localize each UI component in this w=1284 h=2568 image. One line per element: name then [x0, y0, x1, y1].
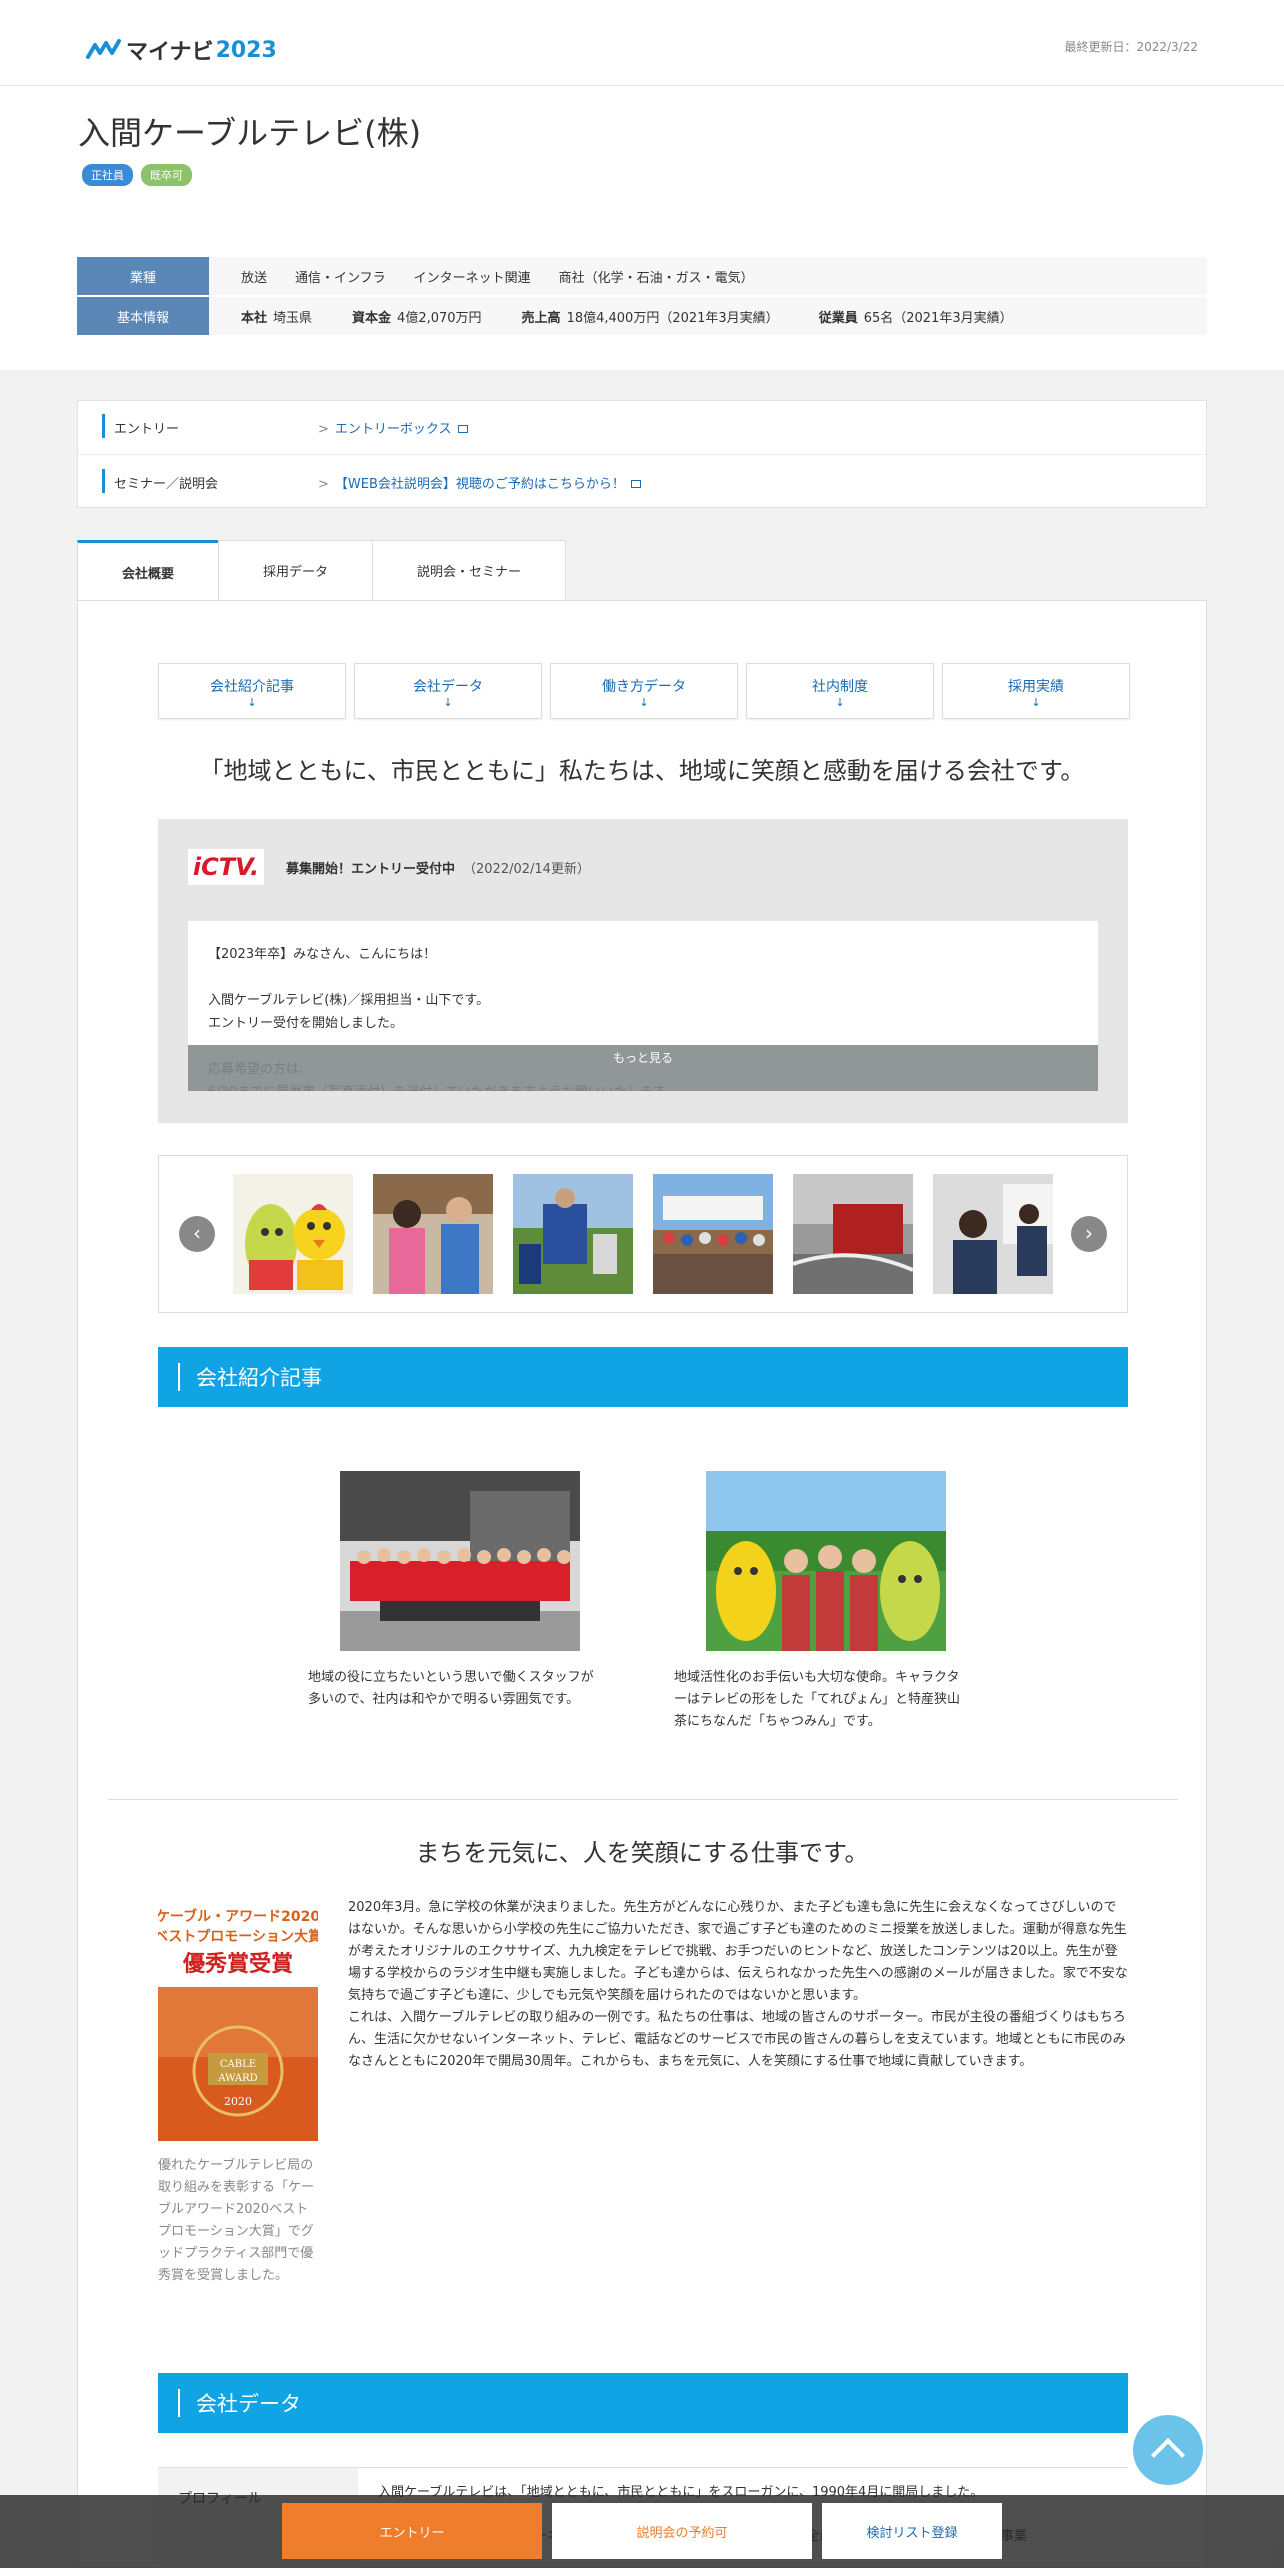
svg-text:2020: 2020 [224, 2095, 252, 2108]
news-date: （2022/02/14更新） [463, 861, 590, 877]
award-block: ケーブル・アワード2020 ベストプロモーション大賞 優秀賞受賞 CABLE A… [154, 1901, 322, 2287]
content-tabs: 会社概要 採用データ 説明会・セミナー [77, 540, 567, 602]
basic-info-item: 本社 埼玉県 [241, 310, 313, 326]
company-name: 入間ケーブルテレビ(株) [78, 114, 422, 152]
last-updated: 最終更新日：2022/3/22 [1064, 40, 1198, 54]
article-card: 地域活性化のお手伝いも大切な使命。キャラクターはテレビの形をした「てれぴょん」と… [674, 1471, 960, 1733]
external-link-icon [630, 479, 641, 488]
seminar-row: セミナー／説明会 > 【WEB会社説明会】視聴のご予約はこちらから！ [78, 455, 1206, 509]
industry-item: 放送 [241, 270, 268, 286]
svg-text:ケーブル・アワード2020: ケーブル・アワード2020 [158, 1908, 318, 1925]
basic-info-item: 資本金 4億2,070万円 [352, 310, 482, 326]
basic-info-label: 基本情報 [77, 297, 209, 335]
industry-item: 通信・インフラ [295, 270, 386, 286]
seminar-reservation-button[interactable]: 説明会の予約可 [552, 2503, 812, 2559]
industry-item: 商社（化学・石油・ガス・電気） [558, 270, 754, 286]
news-box: iCTV. 募集開始！エントリー受付中 （2022/02/14更新） 【2023… [158, 819, 1128, 1123]
catchphrase: 「地域とともに、市民とともに」私たちは、地域に笑顔と感動を届ける会社です。 [199, 757, 1085, 785]
entry-links-box: エントリー > エントリーボックス セミナー／説明会 > 【WEB会社説明会】視聴の… [77, 400, 1207, 508]
company-info-table: 業種 放送 通信・インフラ インターネット関連 商社（化学・石油・ガス・電気） … [77, 257, 1207, 337]
svg-text:ベストプロモーション大賞: ベストプロモーション大賞 [158, 1928, 318, 1945]
down-arrow-icon: ↓ [443, 696, 453, 709]
show-more-button[interactable]: もっと見る [188, 1045, 1098, 1091]
award-caption: 優れたケーブルテレビ局の取り組みを表彰する「ケーブルアワード2020ベストプロモ… [158, 2158, 315, 2283]
company-header: マイナビ 2023 最終更新日：2022/3/22 入間ケーブルテレビ(株) 正… [0, 0, 1284, 370]
cable-award-image: ケーブル・アワード2020 ベストプロモーション大賞 優秀賞受賞 CABLE A… [154, 1901, 322, 2141]
site-header: マイナビ 2023 最終更新日：2022/3/22 [0, 0, 1284, 86]
gallery-prev-button[interactable]: ‹ [179, 1216, 215, 1252]
tab-company-overview[interactable]: 会社概要 [77, 540, 220, 602]
section-heading-company-data: 会社データ [158, 2373, 1128, 2433]
web-seminar-link[interactable]: > 【WEB会社説明会】視聴のご予約はこちらから！ [318, 473, 641, 492]
article-photo-staff [340, 1471, 580, 1651]
anchor-company-articles[interactable]: 会社紹介記事 ↓ [158, 663, 346, 719]
work-catchphrase: まちを元気に、人を笑顔にする仕事です。 [415, 1839, 869, 1867]
anchor-hiring-record[interactable]: 採用実績 ↓ [942, 663, 1130, 719]
svg-text:CABLE: CABLE [220, 2059, 256, 2070]
gallery-next-button[interactable]: › [1071, 1216, 1107, 1252]
employment-badges: 正社員 既卒可 [82, 164, 192, 186]
ictv-logo: iCTV. [188, 849, 264, 885]
anchor-internal-systems[interactable]: 社内制度 ↓ [746, 663, 934, 719]
tab-panel-overview: 会社紹介記事 ↓ 会社データ ↓ 働き方データ ↓ 社内制度 ↓ 採用実績 ↓ 「地域とと… [77, 600, 1207, 2568]
bottom-action-bar: エントリー 説明会の予約可 検討リスト登録 [0, 2495, 1284, 2568]
add-to-list-button[interactable]: 検討リスト登録 [822, 2503, 1002, 2559]
entry-box-link[interactable]: > エントリーボックス [318, 418, 468, 437]
gallery-photo[interactable] [513, 1174, 633, 1294]
industry-item: インターネット関連 [413, 270, 531, 286]
seminar-label: セミナー／説明会 [78, 468, 318, 493]
work-story-text: 2020年3月。急に学校の休業が決まりました。先生方がどんなに心残りか、また子ど… [348, 1900, 1128, 2069]
section-divider [108, 1799, 1178, 1800]
chevron-right-icon: > [318, 476, 329, 492]
external-link-icon [457, 425, 468, 433]
anchor-nav: 会社紹介記事 ↓ 会社データ ↓ 働き方データ ↓ 社内制度 ↓ 採用実績 ↓ [158, 663, 1130, 719]
gallery-photo[interactable] [793, 1174, 913, 1294]
anchor-company-data[interactable]: 会社データ ↓ [354, 663, 542, 719]
industry-row: 業種 放送 通信・インフラ インターネット関連 商社（化学・石油・ガス・電気） [77, 257, 1207, 295]
tab-recruitment-data[interactable]: 採用データ [218, 540, 374, 600]
anchor-work-style-data[interactable]: 働き方データ ↓ [550, 663, 738, 719]
basic-info-item: 従業員 65名（2021年3月実績） [818, 310, 1013, 326]
company-articles: 地域の役に立ちたいという思いで働くスタッフが多いので、社内は和やかで明るい雰囲気… [308, 1471, 960, 1733]
logo-year: 2023 [215, 37, 277, 63]
svg-text:AWARD: AWARD [217, 2073, 257, 2084]
gallery-photo[interactable] [373, 1174, 493, 1294]
article-caption: 地域活性化のお手伝いも大切な使命。キャラクターはテレビの形をした「てれぴょん」と… [674, 1670, 961, 1729]
industry-values: 放送 通信・インフラ インターネット関連 商社（化学・石油・ガス・電気） [209, 267, 754, 286]
gallery-photo[interactable] [233, 1174, 353, 1294]
news-title: 募集開始！エントリー受付中 [286, 861, 456, 877]
down-arrow-icon: ↓ [247, 696, 257, 709]
photo-gallery: ‹ › [158, 1155, 1128, 1313]
entry-label: エントリー [78, 414, 318, 438]
entry-row: エントリー > エントリーボックス [78, 401, 1206, 455]
section-heading-company-articles: 会社紹介記事 [158, 1347, 1128, 1407]
article-caption: 地域の役に立ちたいという思いで働くスタッフが多いので、社内は和やかで明るい雰囲気… [308, 1670, 594, 1707]
mynavi-logo[interactable]: マイナビ 2023 [86, 34, 277, 66]
down-arrow-icon: ↓ [639, 696, 649, 709]
down-arrow-icon: ↓ [835, 696, 845, 709]
gallery-photo[interactable] [653, 1174, 773, 1294]
article-card: 地域の役に立ちたいという思いで働くスタッフが多いので、社内は和やかで明るい雰囲気… [308, 1471, 594, 1733]
article-photo-mascots [706, 1471, 946, 1651]
basic-info-item: 売上高 18億4,400万円（2021年3月実績） [521, 310, 779, 326]
logo-text: マイナビ [126, 40, 214, 65]
basic-info-row: 基本情報 本社 埼玉県 資本金 4億2,070万円 売上高 18億4,400万円（20… [77, 297, 1207, 335]
news-header: iCTV. 募集開始！エントリー受付中 （2022/02/14更新） [188, 849, 590, 885]
gallery-photo[interactable] [933, 1174, 1053, 1294]
entry-button[interactable]: エントリー [282, 2503, 542, 2559]
back-to-top-button[interactable] [1133, 2415, 1203, 2485]
industry-label: 業種 [77, 257, 209, 295]
down-arrow-icon: ↓ [1031, 696, 1041, 709]
mynavi-logo-icon [86, 39, 121, 59]
gallery-thumbnails [233, 1174, 1053, 1294]
badge-fulltime: 正社員 [82, 164, 133, 186]
chevron-right-icon: > [318, 422, 329, 437]
basic-info-values: 本社 埼玉県 資本金 4億2,070万円 売上高 18億4,400万円（2021年3月… [209, 307, 1013, 326]
tab-seminars[interactable]: 説明会・セミナー [372, 540, 567, 600]
svg-text:優秀賞受賞: 優秀賞受賞 [182, 1951, 293, 1977]
badge-graduate-ok: 既卒可 [141, 164, 192, 186]
